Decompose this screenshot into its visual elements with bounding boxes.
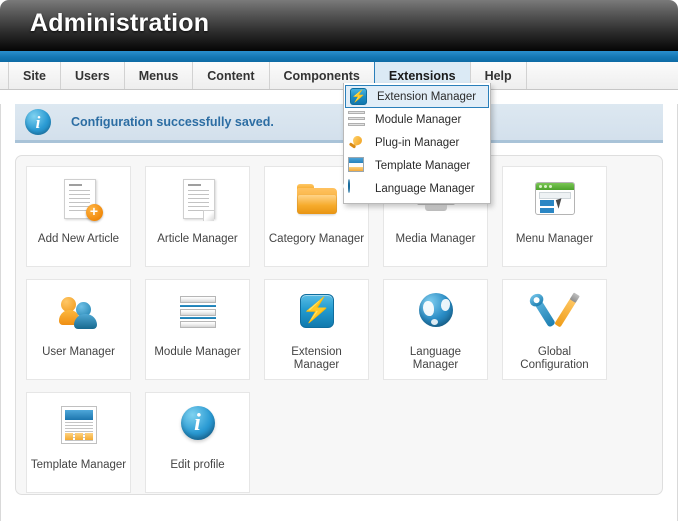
quick-icon-label: User Manager bbox=[42, 346, 115, 358]
template-page-icon bbox=[27, 393, 130, 459]
dropdown-item-label: Module Manager bbox=[375, 113, 462, 126]
dropdown-item-template-manager[interactable]: Template Manager bbox=[344, 154, 490, 177]
users-icon bbox=[27, 280, 130, 346]
plug-icon bbox=[348, 134, 368, 152]
article-add-icon: + bbox=[27, 167, 130, 233]
menu-item-label: Content bbox=[207, 68, 255, 83]
dropdown-item-plugin-manager[interactable]: Plug-in Manager bbox=[344, 131, 490, 154]
menu-item-label: Extensions bbox=[388, 68, 456, 83]
template-icon bbox=[348, 156, 368, 175]
menu-item-users[interactable]: Users bbox=[59, 62, 125, 89]
page-body: i Configuration successfully saved. + Ad… bbox=[0, 104, 678, 521]
dropdown-item-label: Language Manager bbox=[375, 182, 475, 195]
info-icon: i bbox=[25, 109, 51, 135]
quick-icon-label: Article Manager bbox=[157, 233, 238, 245]
system-message-text: Configuration successfully saved. bbox=[71, 115, 274, 129]
globe-icon bbox=[384, 280, 487, 346]
menu-item-content[interactable]: Content bbox=[192, 62, 270, 89]
quick-icon-label: Extension Manager bbox=[291, 346, 342, 371]
accent-bar bbox=[0, 51, 678, 62]
stack-icon bbox=[348, 110, 368, 129]
dropdown-item-label: Template Manager bbox=[375, 159, 471, 172]
quick-icon-language-manager[interactable]: Language Manager bbox=[383, 279, 488, 380]
menu-item-label: Components bbox=[283, 68, 360, 83]
dropdown-item-label: Plug-in Manager bbox=[375, 136, 460, 149]
main-menubar: Site Users Menus Content Components Exte… bbox=[0, 62, 678, 90]
menu-item-label: Users bbox=[74, 68, 110, 83]
menu-item-site[interactable]: Site bbox=[8, 62, 61, 89]
quick-icon-label: Menu Manager bbox=[515, 233, 594, 245]
dropdown-item-language-manager[interactable]: Language Manager bbox=[344, 177, 490, 200]
menu-item-menus[interactable]: Menus bbox=[123, 62, 194, 89]
quick-icons-grid: + Add New Article Article Manager Catego… bbox=[26, 166, 662, 494]
quick-icon-label: Language Manager bbox=[409, 346, 462, 371]
quick-icon-global-configuration[interactable]: Global Configuration bbox=[502, 279, 607, 380]
quick-icon-module-manager[interactable]: Module Manager bbox=[145, 279, 250, 380]
quick-icon-label: Edit profile bbox=[170, 459, 225, 471]
quick-icon-label: Media Manager bbox=[395, 233, 476, 245]
quick-icons-panel: + Add New Article Article Manager Catego… bbox=[15, 155, 663, 495]
quick-icon-extension-manager[interactable]: ⚡ Extension Manager bbox=[264, 279, 369, 380]
globe-icon bbox=[348, 178, 368, 198]
quick-icon-menu-manager[interactable]: Menu Manager bbox=[502, 166, 607, 267]
bolt-icon: ⚡ bbox=[350, 87, 367, 105]
quick-icon-template-manager[interactable]: Template Manager bbox=[26, 392, 131, 493]
info-icon: i bbox=[146, 393, 249, 459]
quick-icon-label: Global Configuration bbox=[520, 346, 589, 371]
quick-icon-label: Category Manager bbox=[268, 233, 365, 245]
menu-item-label: Menus bbox=[138, 68, 179, 83]
quick-icon-label: Add New Article bbox=[37, 233, 120, 245]
system-message: i Configuration successfully saved. bbox=[15, 104, 663, 143]
menu-window-icon bbox=[503, 167, 606, 233]
article-icon bbox=[146, 167, 249, 233]
menu-item-label: Help bbox=[484, 68, 512, 83]
dropdown-item-extension-manager[interactable]: ⚡ Extension Manager bbox=[345, 85, 489, 108]
page-title: Administration bbox=[30, 9, 210, 37]
menu-item-label: Site bbox=[23, 68, 46, 83]
dropdown-item-module-manager[interactable]: Module Manager bbox=[344, 108, 490, 131]
extensions-dropdown-menu: ⚡ Extension Manager Module Manager Plug-… bbox=[343, 83, 491, 204]
quick-icon-user-manager[interactable]: User Manager bbox=[26, 279, 131, 380]
quick-icon-label: Template Manager bbox=[30, 459, 127, 471]
quick-icon-article-manager[interactable]: Article Manager bbox=[145, 166, 250, 267]
module-stack-icon bbox=[146, 280, 249, 346]
quick-icon-add-new-article[interactable]: + Add New Article bbox=[26, 166, 131, 267]
app-header: Administration bbox=[0, 0, 678, 51]
bolt-icon: ⚡ bbox=[265, 280, 368, 346]
plus-badge-icon: + bbox=[85, 204, 103, 221]
quick-icon-label: Module Manager bbox=[154, 346, 241, 358]
dropdown-item-label: Extension Manager bbox=[377, 90, 477, 103]
tools-icon bbox=[503, 280, 606, 346]
quick-icon-edit-profile[interactable]: i Edit profile bbox=[145, 392, 250, 493]
